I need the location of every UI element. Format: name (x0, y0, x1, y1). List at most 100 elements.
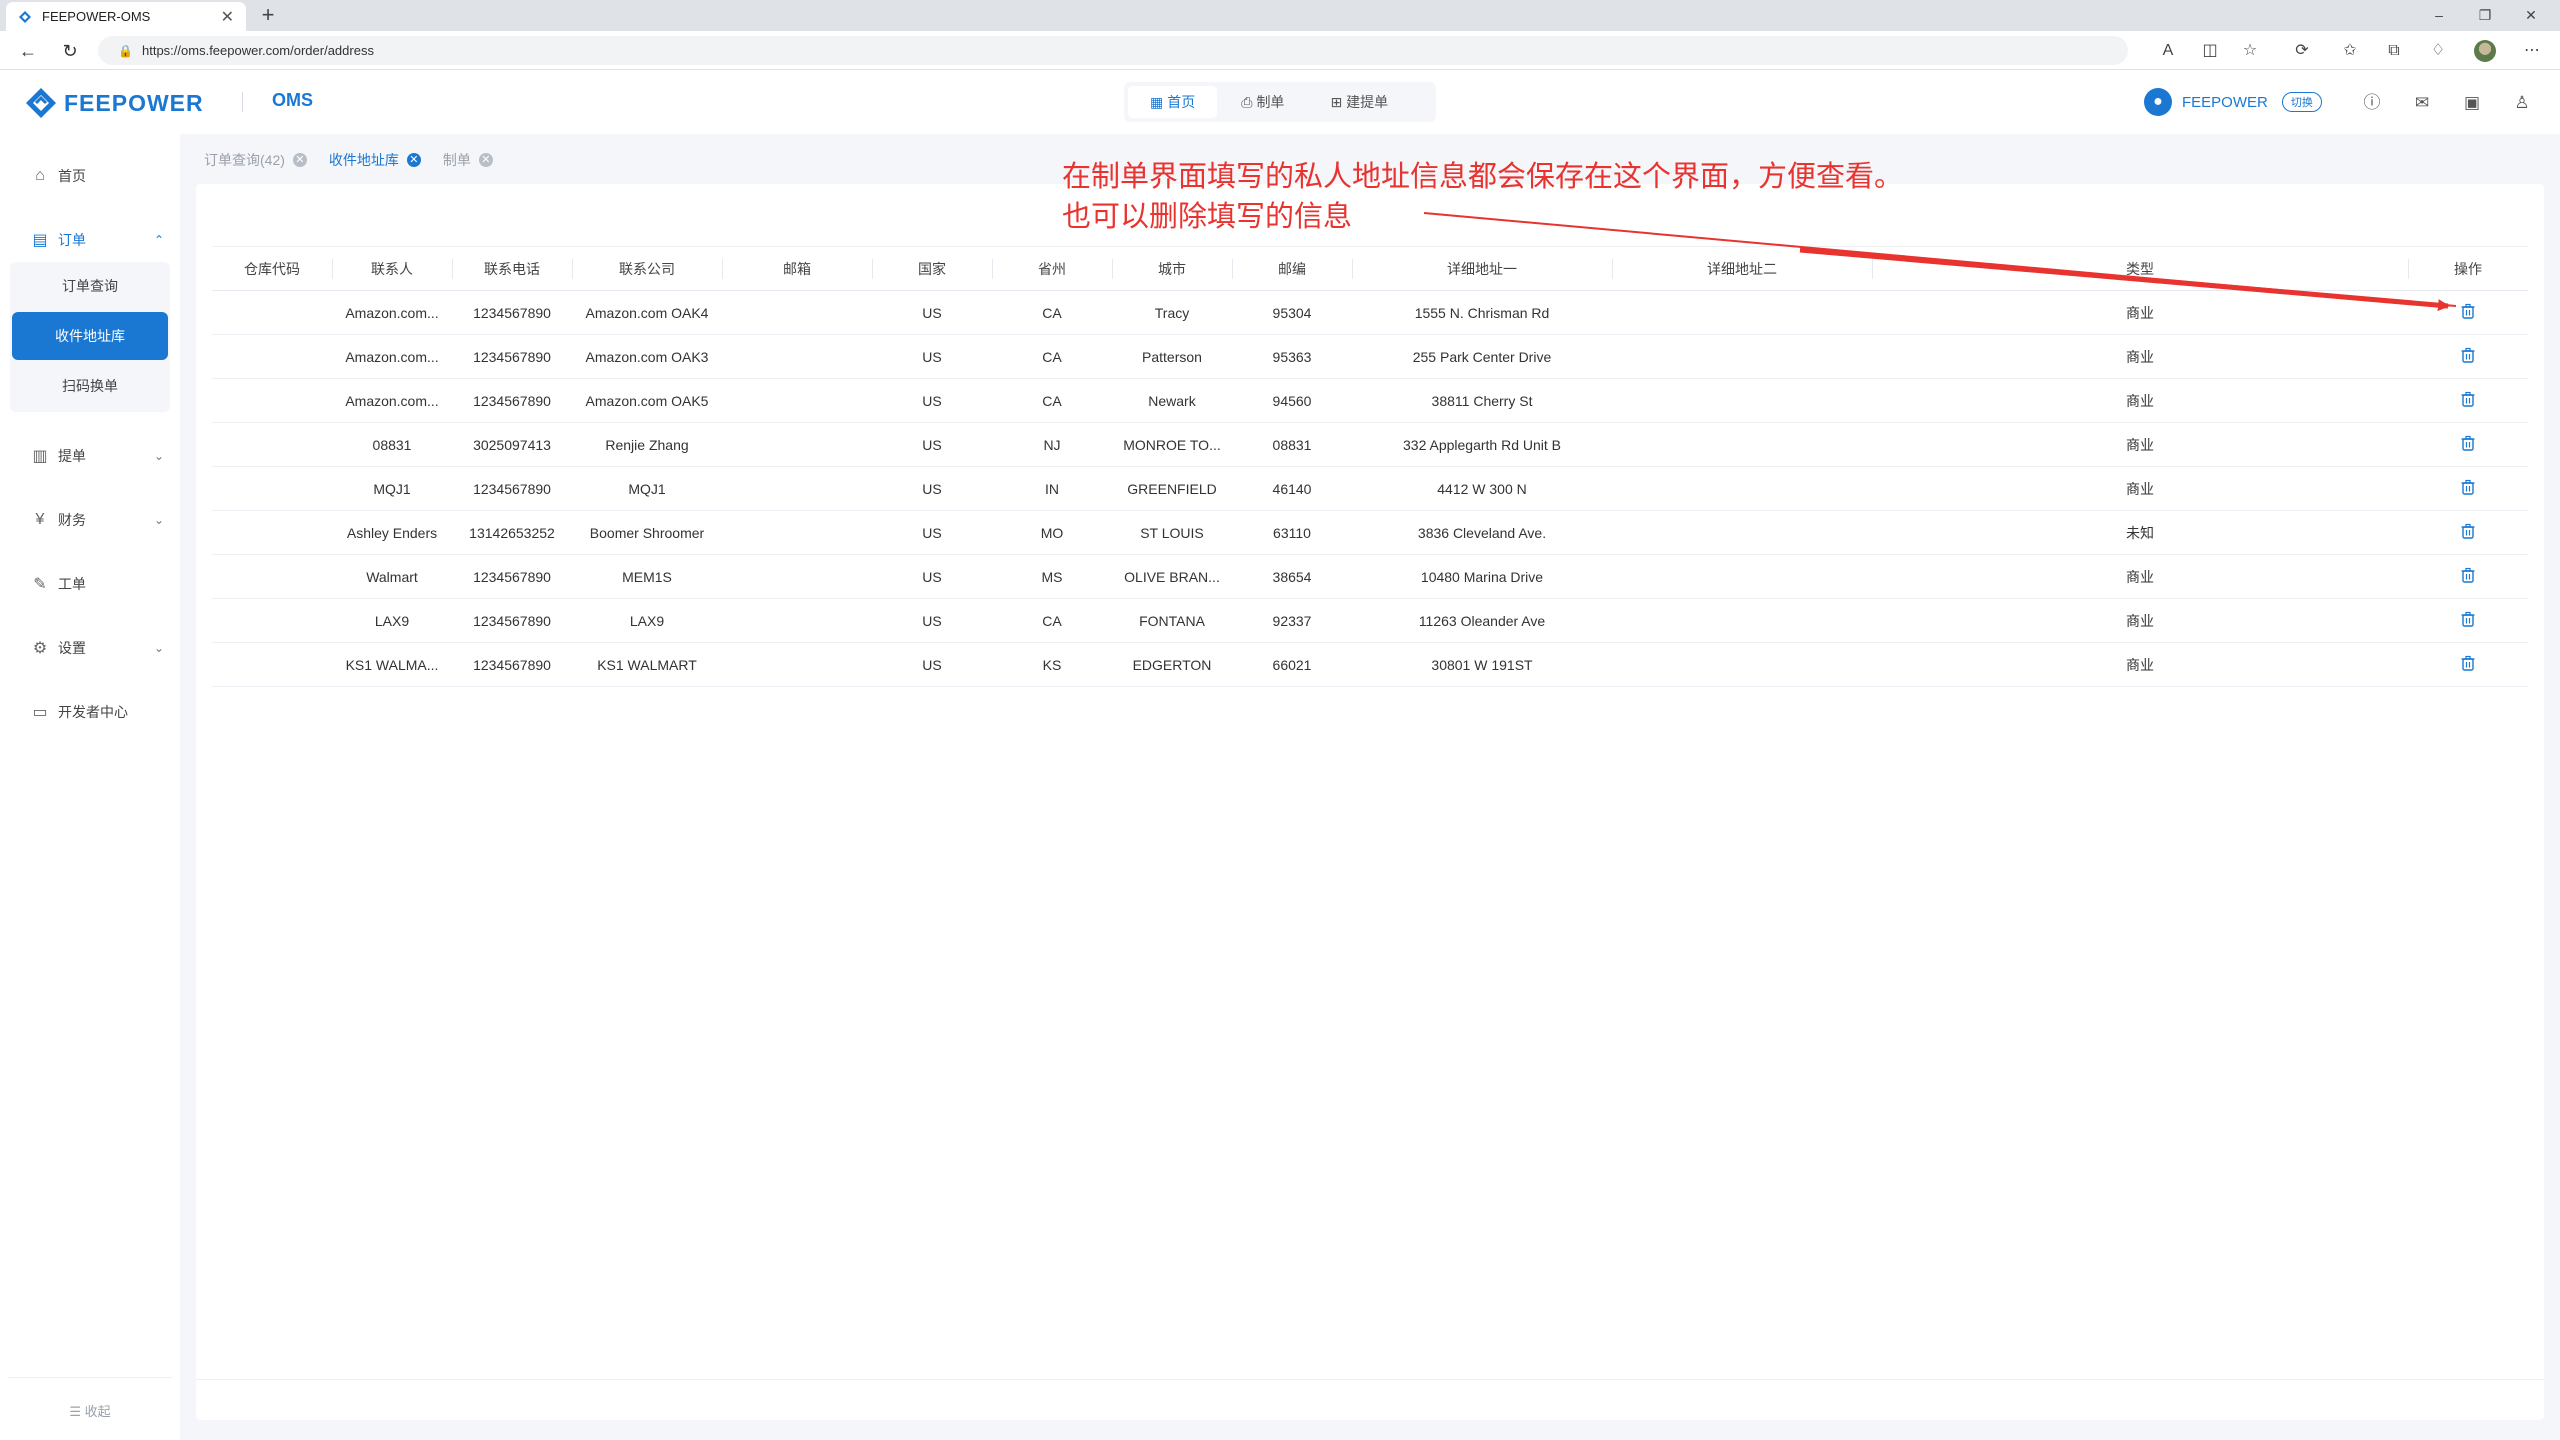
topnav-create-order[interactable]: ⎙ 制单 (1219, 86, 1306, 118)
submenu-scan-exchange[interactable]: 扫码换单 (10, 362, 170, 410)
message-icon[interactable]: ✉ (2410, 92, 2434, 116)
cell-addr1: 255 Park Center Drive (1352, 334, 1612, 379)
address-bar[interactable]: 🔒 https://oms.feepower.com/order/address (98, 36, 2128, 65)
switch-account-button[interactable]: 切换 (2281, 92, 2322, 112)
delete-trash-icon[interactable] (2460, 479, 2476, 495)
column-header: 省州 (992, 246, 1112, 291)
sidebar-item-label: 设置 (58, 640, 86, 656)
delete-trash-icon[interactable] (2460, 435, 2476, 451)
page-tab-address-book[interactable]: 收件地址库 ✕ (329, 150, 421, 170)
column-header: 操作 (2408, 246, 2528, 291)
cell-country: US (872, 642, 992, 687)
cell-addr1: 30801 W 191ST (1352, 642, 1612, 687)
profile-avatar[interactable] (2474, 40, 2496, 62)
cell-addr2 (1612, 510, 1872, 555)
sidebar-item-finance[interactable]: ¥ 财务 ⌄ (0, 498, 180, 542)
sidebar-item-orders[interactable]: ▤ 订单 ⌃ (0, 218, 180, 262)
cell-company: Boomer Shroomer (572, 510, 722, 555)
cell-addr2 (1612, 334, 1872, 379)
close-tab-icon[interactable]: ✕ (221, 7, 234, 27)
sidebar-item-settings[interactable]: ⚙ 设置 ⌄ (0, 626, 180, 670)
table-row: Ashley Enders 13142653252 Boomer Shroomer U… (212, 510, 2528, 555)
back-icon[interactable]: ← (14, 37, 42, 65)
cell-city: Newark (1112, 378, 1232, 423)
help-icon[interactable]: ⓘ (2360, 92, 2384, 116)
page-tab-create-order[interactable]: 制单 ✕ (443, 150, 493, 170)
delete-trash-icon[interactable] (2460, 391, 2476, 407)
delete-trash-icon[interactable] (2460, 303, 2476, 319)
sidebar-item-tickets[interactable]: ✎ 工单 (0, 562, 180, 606)
submenu-address-book[interactable]: 收件地址库 (12, 312, 168, 360)
annotation-line-1: 在制单界面填写的私人地址信息都会保存在这个界面，方便查看。 (1062, 159, 1904, 193)
browser-tabstrip: FEEPOWER-OMS ✕ + – ❐ ✕ (0, 0, 2560, 31)
page-tab-order-query[interactable]: 订单查询(42) ✕ (204, 150, 307, 170)
favorite-star-icon[interactable]: ☆ (2238, 39, 2262, 63)
cell-addr2 (1612, 642, 1872, 687)
refresh-extension-icon[interactable]: ⟳ (2290, 39, 2314, 63)
topnav-create-bol[interactable]: ⊞ 建提单 (1308, 86, 1410, 118)
delete-trash-icon[interactable] (2460, 347, 2476, 363)
cell-country: US (872, 466, 992, 511)
cell-actions (2408, 378, 2528, 423)
chevron-down-icon: ⌄ (153, 641, 164, 655)
browser-tab[interactable]: FEEPOWER-OMS ✕ (6, 2, 246, 31)
delete-trash-icon[interactable] (2460, 523, 2476, 539)
cell-actions (2408, 422, 2528, 467)
cell-city: GREENFIELD (1112, 466, 1232, 511)
cell-zip: 63110 (1232, 510, 1352, 555)
panel-footer-divider (196, 1379, 2544, 1380)
close-icon[interactable]: ✕ (406, 153, 421, 167)
column-header: 详细地址二 (1612, 246, 1872, 291)
sidebar-item-bol[interactable]: ▥ 提单 ⌄ (0, 434, 180, 478)
collapse-label: 收起 (84, 1404, 111, 1419)
brand-logo[interactable]: FEEPOWER (24, 86, 204, 120)
reload-icon[interactable]: ↻ (56, 37, 84, 65)
cell-email (722, 466, 872, 511)
cell-email (722, 554, 872, 599)
topnav-create-order-label: 制单 (1256, 94, 1285, 110)
cell-city: ST LOUIS (1112, 510, 1232, 555)
minimize-icon[interactable]: – (2416, 0, 2462, 31)
table-row: Amazon.com... 1234567890 Amazon.com OAK5 US… (212, 378, 2528, 423)
sidebar-item-home[interactable]: ⌂ 首页 (0, 154, 180, 198)
annotation-text: 在制单界面填写的私人地址信息都会保存在这个界面，方便查看。 也可以删除填写的信息 (1062, 156, 1903, 236)
close-window-icon[interactable]: ✕ (2508, 0, 2554, 31)
table-row: Amazon.com... 1234567890 Amazon.com OAK4 US… (212, 290, 2528, 335)
delete-trash-icon[interactable] (2460, 655, 2476, 671)
cell-company: Amazon.com OAK4 (572, 290, 722, 335)
account-icon[interactable]: ♙ (2510, 92, 2534, 116)
cell-phone: 13142653252 (452, 510, 572, 555)
cell-country: US (872, 334, 992, 379)
cell-warehouse (212, 554, 332, 599)
orders-submenu: 订单查询 收件地址库 扫码换单 (10, 262, 170, 412)
topnav-home[interactable]: ▦ 首页 (1128, 86, 1218, 118)
sidebar-item-developer[interactable]: ▭ 开发者中心 (0, 690, 180, 734)
collapse-sidebar-button[interactable]: ☰ 收起 (0, 1401, 180, 1420)
submenu-order-query[interactable]: 订单查询 (10, 262, 170, 310)
collections-icon[interactable]: ⧉ (2382, 39, 2406, 63)
cell-company: KS1 WALMART (572, 642, 722, 687)
delete-trash-icon[interactable] (2460, 567, 2476, 583)
close-icon[interactable]: ✕ (478, 153, 493, 167)
cell-contact: Amazon.com... (332, 334, 452, 379)
close-icon[interactable]: ✕ (292, 153, 307, 167)
cell-warehouse (212, 290, 332, 335)
cell-phone: 1234567890 (452, 598, 572, 643)
reader-view-icon[interactable]: ◫ (2198, 39, 2222, 63)
delete-trash-icon[interactable] (2460, 611, 2476, 627)
restore-icon[interactable]: ❐ (2462, 0, 2508, 31)
ticket-icon: ✎ (33, 576, 47, 593)
user-menu[interactable]: ● FEEPOWER 切换 (2144, 88, 2322, 116)
extension-icon[interactable]: ♢ (2426, 39, 2450, 63)
cell-contact: Ashley Enders (332, 510, 452, 555)
cell-city: EDGERTON (1112, 642, 1232, 687)
browser-toolbar: ← ↻ 🔒 https://oms.feepower.com/order/add… (0, 31, 2560, 70)
more-options-icon[interactable]: ⋯ (2520, 39, 2544, 63)
cell-actions (2408, 554, 2528, 599)
cell-email (722, 290, 872, 335)
new-tab-icon[interactable]: + (254, 2, 282, 30)
read-aloud-icon[interactable]: A (2156, 39, 2180, 63)
calendar-icon[interactable]: ▣ (2460, 92, 2484, 116)
favorites-icon[interactable]: ✩ (2338, 39, 2362, 63)
cell-phone: 1234567890 (452, 290, 572, 335)
